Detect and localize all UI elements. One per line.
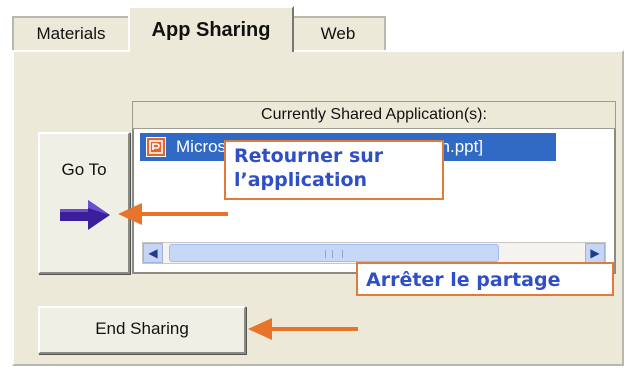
chevron-left-icon[interactable]: ◀ (143, 243, 163, 263)
app-sharing-dialog: Materials Web Go To Currently Shared App… (0, 0, 634, 378)
go-to-button[interactable]: Go To (38, 132, 130, 274)
callout-retour-line1: Retourner sur (234, 145, 384, 167)
chevron-right-icon[interactable]: ▶ (585, 243, 605, 263)
arrow-right-icon (60, 200, 110, 230)
grip-icon (325, 250, 343, 258)
app-sharing-panel: Go To Currently Shared Application(s): M… (12, 50, 624, 366)
tab-materials[interactable]: Materials (12, 16, 128, 50)
callout-retour-line2: l’application (234, 169, 368, 191)
end-sharing-button[interactable]: End Sharing (38, 306, 246, 354)
powerpoint-icon (146, 137, 166, 157)
tab-app-sharing[interactable]: App Sharing (128, 6, 294, 52)
callout-retour: Retourner sur l’application (224, 140, 444, 200)
tab-web[interactable]: Web (290, 16, 386, 50)
callout-arreter: Arrêter le partage (356, 262, 614, 296)
go-to-label: Go To (61, 160, 107, 179)
horizontal-scrollbar[interactable]: ◀ ▶ (142, 242, 606, 264)
shared-apps-header: Currently Shared Application(s): (132, 101, 616, 129)
scroll-thumb[interactable] (169, 244, 499, 262)
